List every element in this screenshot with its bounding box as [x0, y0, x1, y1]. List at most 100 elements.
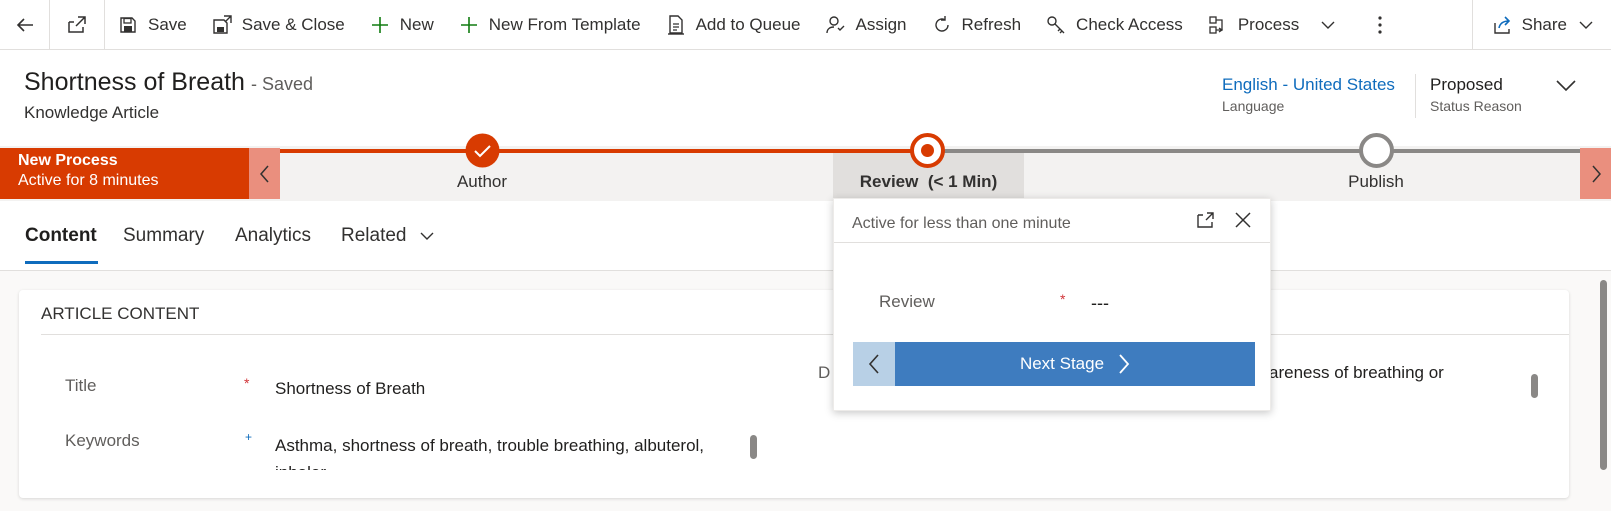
chevron-down-icon — [1556, 80, 1576, 92]
page-scrollbar[interactable] — [1600, 280, 1607, 470]
new-button[interactable]: New — [357, 0, 446, 50]
required-indicator: * — [1060, 291, 1066, 307]
popout-icon — [68, 15, 86, 33]
check-access-label: Check Access — [1076, 14, 1183, 34]
stage-publish-label[interactable]: Publish — [1326, 172, 1426, 192]
flyout-divider — [834, 242, 1270, 243]
new-from-template-button[interactable]: New From Template — [446, 0, 653, 50]
entity-name: Knowledge Article — [24, 103, 160, 122]
bpf-previous-button[interactable] — [249, 148, 280, 199]
title-field-value[interactable]: Shortness of Breath — [275, 379, 425, 399]
stage-author-node[interactable] — [465, 133, 500, 173]
completed-progress-line — [280, 149, 932, 153]
command-bar: Save Save & Close New New From Template … — [0, 0, 1611, 50]
stage-review-label[interactable]: Review (< 1 Min) — [833, 172, 1024, 192]
assign-label: Assign — [855, 14, 907, 34]
keywords-scrollbar[interactable] — [750, 435, 757, 459]
description-field-label: D — [818, 363, 831, 382]
review-field-value[interactable]: --- — [1091, 293, 1109, 314]
close-icon — [1235, 212, 1251, 228]
save-label: Save — [148, 14, 187, 34]
keywords-field-value[interactable]: Asthma, shortness of breath, trouble bre… — [275, 432, 735, 470]
refresh-icon — [931, 14, 953, 36]
tab-related-label: Related — [341, 225, 407, 246]
more-vertical-icon — [1378, 15, 1382, 34]
new-label: New — [399, 14, 434, 34]
open-in-new-window-button[interactable] — [50, 0, 105, 50]
keywords-field-label: Keywords — [65, 431, 140, 450]
save-icon — [117, 14, 139, 36]
header-divider — [1415, 74, 1416, 118]
stage-author-label[interactable]: Author — [432, 172, 532, 192]
recommended-indicator: + — [245, 430, 253, 444]
active-tab-indicator — [25, 261, 98, 264]
add-to-queue-label: Add to Queue — [695, 14, 801, 34]
person-icon — [824, 14, 846, 36]
required-indicator: * — [244, 375, 250, 391]
review-field-label: Review — [879, 292, 935, 311]
next-stage-label: Next Stage — [1019, 354, 1105, 373]
process-button[interactable]: Process — [1195, 0, 1347, 50]
tab-content[interactable]: Content — [25, 225, 97, 247]
dock-flyout-button[interactable] — [1196, 211, 1216, 234]
save-status: - Saved — [250, 74, 314, 94]
section-divider — [41, 334, 1569, 335]
tab-related[interactable]: Related — [341, 225, 434, 247]
record-title: Shortness of Breath - Saved — [24, 68, 313, 97]
stage-review-duration: (< 1 Min) — [927, 172, 998, 191]
stage-review-name: Review — [859, 172, 919, 191]
refresh-label: Refresh — [961, 14, 1022, 34]
key-icon — [1045, 14, 1067, 36]
bpf-next-button[interactable] — [1580, 148, 1611, 199]
process-icon — [1207, 14, 1229, 36]
language-link[interactable]: English - United States — [1222, 75, 1395, 95]
close-flyout-button[interactable] — [1234, 211, 1252, 234]
popout-icon — [1197, 212, 1214, 228]
refresh-button[interactable]: Refresh — [919, 0, 1034, 50]
keywords-line-2: inhaler — [275, 463, 326, 470]
checkmark-icon — [465, 133, 500, 168]
new-from-template-label: New From Template — [488, 14, 641, 34]
pending-stage-icon — [1359, 133, 1394, 168]
share-label: Share — [1521, 15, 1567, 34]
back-arrow-icon — [16, 17, 33, 32]
stage-review-node[interactable] — [910, 133, 945, 173]
save-and-close-button[interactable]: Save & Close — [199, 0, 357, 50]
active-stage-icon — [910, 133, 945, 168]
assign-button[interactable]: Assign — [812, 0, 918, 50]
plus-icon — [458, 14, 480, 36]
keywords-line-1: Asthma, shortness of breath, trouble bre… — [275, 436, 705, 455]
description-field-value[interactable]: areness of breathing or — [1269, 363, 1444, 383]
queue-icon — [665, 14, 687, 36]
record-header: Shortness of Breath - Saved Knowledge Art… — [0, 50, 1611, 146]
back-button[interactable] — [0, 0, 50, 50]
process-label: Process — [1237, 14, 1300, 34]
article-content-section: ARTICLE CONTENT Title * Shortness of Bre… — [19, 290, 1569, 498]
share-icon — [1491, 14, 1513, 36]
stage-publish-node[interactable] — [1359, 133, 1394, 173]
status-reason-value: Proposed — [1430, 75, 1503, 94]
chevron-down-icon — [420, 232, 434, 240]
pending-progress-line — [932, 149, 1580, 153]
tab-analytics[interactable]: Analytics — [235, 225, 311, 247]
chevron-left-icon — [259, 165, 269, 182]
process-name: New Process — [18, 152, 118, 169]
process-duration: Active for 8 minutes — [18, 172, 159, 189]
chevron-down-icon — [1321, 21, 1335, 29]
header-expand-button[interactable] — [1555, 78, 1577, 97]
save-button[interactable]: Save — [105, 0, 199, 50]
tab-summary[interactable]: Summary — [123, 225, 204, 247]
process-summary[interactable]: New Process Active for 8 minutes — [0, 148, 249, 199]
language-label: Language — [1222, 98, 1285, 114]
add-to-queue-button[interactable]: Add to Queue — [653, 0, 813, 50]
form-tabs: Content Summary Analytics Related — [0, 201, 1611, 271]
description-scrollbar[interactable] — [1531, 374, 1538, 398]
check-access-button[interactable]: Check Access — [1033, 0, 1195, 50]
save-close-label: Save & Close — [241, 14, 345, 34]
more-commands-button[interactable] — [1365, 0, 1395, 50]
next-stage-button[interactable]: Next Stage — [895, 342, 1255, 386]
previous-stage-button[interactable] — [853, 342, 895, 386]
flyout-header: Active for less than one minute — [852, 215, 1071, 232]
save-close-icon — [211, 14, 233, 36]
share-button[interactable]: Share — [1471, 0, 1611, 50]
